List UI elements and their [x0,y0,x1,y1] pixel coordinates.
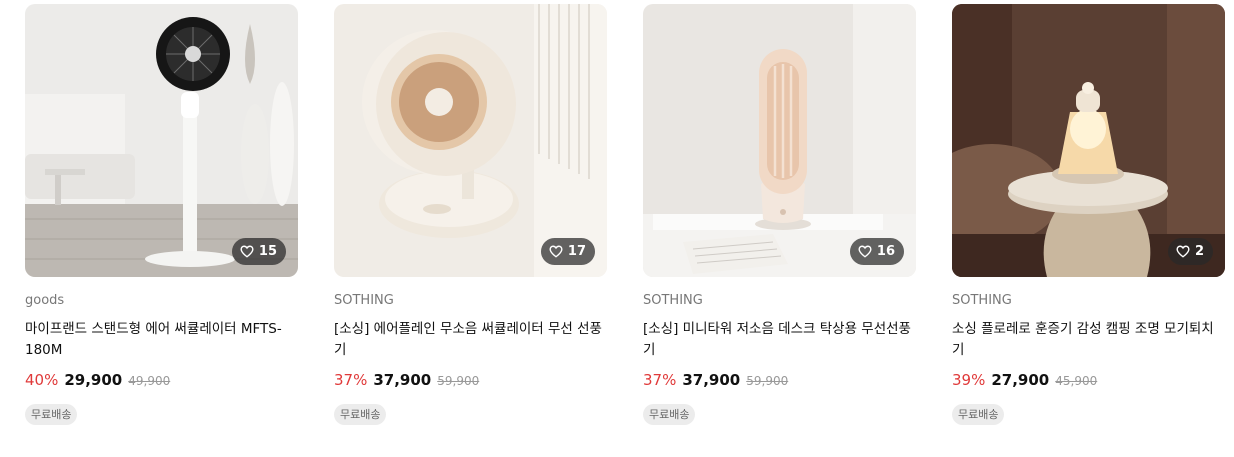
product-image-lamp-repeller[interactable]: 2 [952,4,1225,277]
like-count: 16 [876,244,895,259]
sale-price: 37,900 [373,371,432,389]
product-card[interactable]: 17 SOTHING [소싱] 에어플레인 무소음 써큘레이터 무선 선풍기 3… [334,4,607,425]
product-image-tower-fan[interactable]: 16 [643,4,916,277]
price-row: 37% 37,900 59,900 [334,371,607,391]
like-button[interactable]: 17 [540,238,595,265]
product-title[interactable]: [소싱] 미니타워 저소음 데스크 탁상용 무선선풍기 [643,319,916,361]
discount-rate: 37% [334,371,368,389]
original-price: 59,900 [746,374,789,388]
heart-icon [549,245,563,258]
product-card[interactable]: 16 SOTHING [소싱] 미니타워 저소음 데스크 탁상용 무선선풍기 3… [643,4,916,425]
original-price: 59,900 [437,374,480,388]
product-brand[interactable]: SOTHING [952,292,1225,309]
price-row: 37% 37,900 59,900 [643,371,916,391]
like-button[interactable]: 15 [231,238,286,265]
heart-icon [240,245,254,258]
like-button[interactable]: 2 [1167,238,1213,265]
sale-price: 29,900 [64,371,123,389]
product-image-circulator[interactable]: 17 [334,4,607,277]
original-price: 45,900 [1055,374,1098,388]
product-photo [25,4,298,277]
price-row: 40% 29,900 49,900 [25,371,298,391]
product-card[interactable]: 2 SOTHING 소싱 플로레로 훈증기 감성 캠핑 조명 모기퇴치기 39%… [952,4,1225,425]
product-photo [952,4,1225,277]
product-title[interactable]: [소싱] 에어플레인 무소음 써큘레이터 무선 선풍기 [334,319,607,361]
product-title[interactable]: 소싱 플로레로 훈증기 감성 캠핑 조명 모기퇴치기 [952,319,1225,361]
heart-icon [1176,245,1190,258]
product-photo [334,4,607,277]
product-brand[interactable]: SOTHING [334,292,607,309]
sale-price: 37,900 [682,371,741,389]
heart-icon [858,245,872,258]
product-brand[interactable]: SOTHING [643,292,916,309]
free-shipping-badge: 무료배송 [952,404,1005,425]
like-count: 15 [258,244,277,259]
like-count: 2 [1194,244,1204,259]
like-button[interactable]: 16 [849,238,904,265]
price-row: 39% 27,900 45,900 [952,371,1225,391]
product-grid: 15 goods 마이프랜드 스탠드형 에어 써큘레이터 MFTS-180M 4… [0,0,1234,457]
discount-rate: 40% [25,371,59,389]
product-card[interactable]: 15 goods 마이프랜드 스탠드형 에어 써큘레이터 MFTS-180M 4… [25,4,298,425]
discount-rate: 37% [643,371,677,389]
free-shipping-badge: 무료배송 [643,404,696,425]
sale-price: 27,900 [991,371,1050,389]
product-photo [643,4,916,277]
discount-rate: 39% [952,371,986,389]
free-shipping-badge: 무료배송 [334,404,387,425]
like-count: 17 [567,244,586,259]
product-image-stand-fan[interactable]: 15 [25,4,298,277]
original-price: 49,900 [128,374,171,388]
product-title[interactable]: 마이프랜드 스탠드형 에어 써큘레이터 MFTS-180M [25,319,298,361]
free-shipping-badge: 무료배송 [25,404,78,425]
product-brand[interactable]: goods [25,292,298,309]
